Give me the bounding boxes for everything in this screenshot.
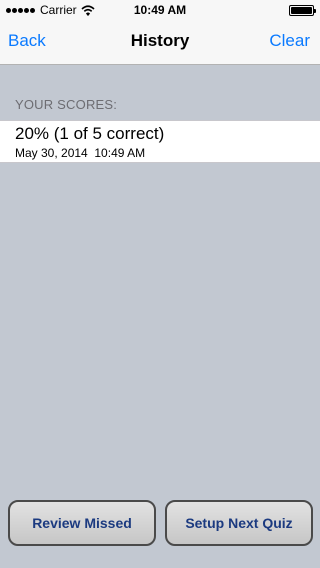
score-timestamp: May 30, 2014 10:49 AM — [15, 146, 146, 160]
score-list-item[interactable]: 20% (1 of 5 correct) May 30, 2014 10:49 … — [0, 120, 320, 163]
review-missed-button[interactable]: Review Missed — [8, 500, 156, 546]
scores-section-header: YOUR SCORES: — [15, 97, 118, 112]
status-bar: Carrier 10:49 AM — [0, 0, 320, 20]
battery-icon — [289, 5, 316, 16]
score-result: 20% (1 of 5 correct) — [15, 124, 165, 143]
clear-button[interactable]: Clear — [269, 31, 310, 51]
status-time: 10:49 AM — [133, 3, 187, 17]
setup-next-quiz-button[interactable]: Setup Next Quiz — [165, 500, 313, 546]
navigation-bar: Back History Clear — [0, 20, 320, 65]
